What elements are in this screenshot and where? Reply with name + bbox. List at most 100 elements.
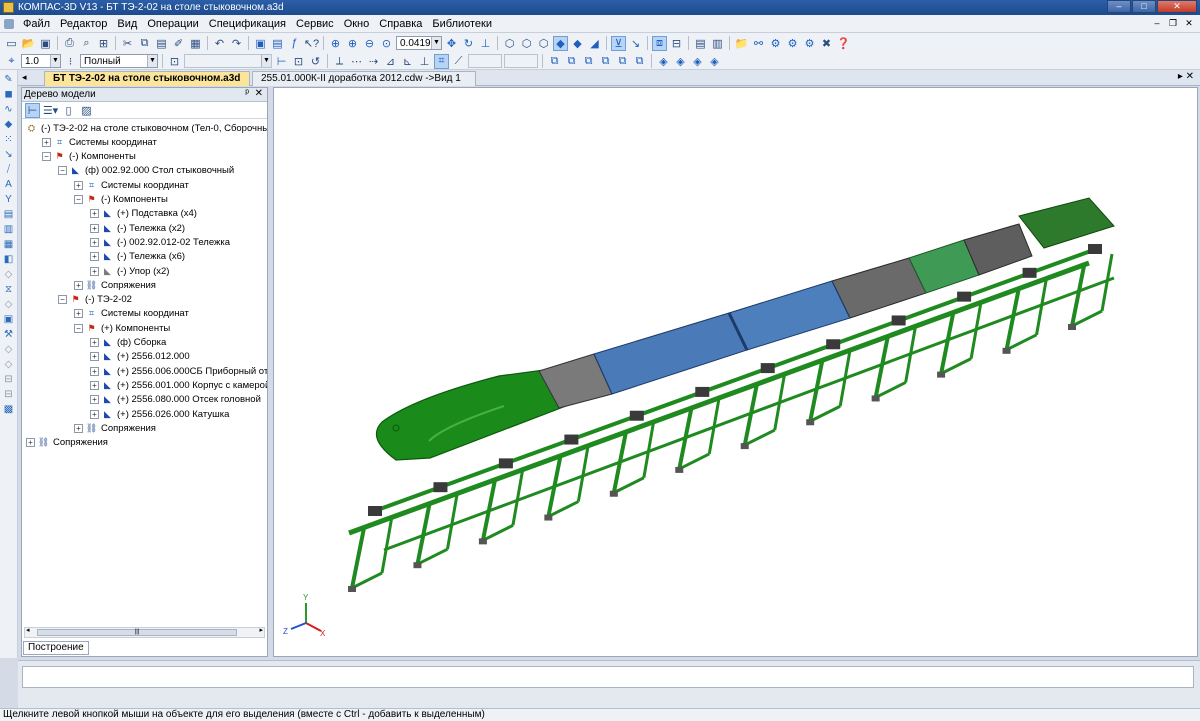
expand-icon[interactable]: + — [90, 352, 99, 362]
carriage[interactable] — [564, 434, 579, 445]
tree-node[interactable]: + ⛓ Сопряжения — [26, 436, 108, 450]
display-mode-select[interactable]: Полный ▼ — [80, 54, 158, 68]
sketch-icon[interactable]: ⊢ — [274, 54, 289, 69]
chevron-down-icon[interactable]: ▼ — [147, 55, 157, 67]
rebuild-icon[interactable]: ↺ — [308, 54, 323, 69]
expand-icon[interactable]: + — [90, 380, 99, 390]
hidden-lines-icon[interactable]: ⬡ — [519, 36, 534, 51]
collapse-icon[interactable]: − — [58, 166, 67, 176]
tree-node[interactable]: + ◣ (+) 2556.001.000 Корпус с камерой — [90, 378, 267, 392]
expand-icon[interactable]: + — [74, 423, 83, 433]
close-icon[interactable]: ✕ — [255, 88, 263, 99]
carriage[interactable] — [1088, 244, 1102, 254]
view-back-icon[interactable]: ⧉ — [564, 54, 579, 69]
step-input[interactable]: 1.0 ▼ — [21, 54, 61, 68]
tail-assembly[interactable] — [1018, 197, 1115, 249]
iso-view-2-icon[interactable]: ◈ — [673, 54, 688, 69]
open-icon[interactable]: 📂 — [21, 36, 36, 51]
carriage[interactable] — [629, 410, 644, 421]
tree-node[interactable]: + ⌗ Системы координат — [74, 307, 189, 321]
tree-node[interactable]: + ◣ (-) 002.92.012-02 Тележка — [90, 235, 230, 249]
tree-node[interactable]: + ⛓ Сопряжения — [74, 421, 156, 435]
measure-icon[interactable]: ⊟ — [669, 36, 684, 51]
carriage[interactable] — [826, 339, 841, 350]
collapse-icon[interactable]: − — [58, 295, 67, 305]
model-view-svg[interactable]: Y X Z — [274, 88, 1198, 657]
zoom-scale-icon[interactable]: ⊙ — [379, 36, 394, 51]
tree-node[interactable]: + ◣ (+) 2556.080.000 Отсек головной — [90, 393, 261, 407]
mates-icon[interactable]: ⧸ — [2, 163, 15, 176]
doc-close-icon[interactable]: ✕ — [1182, 17, 1196, 30]
tree-window-icon[interactable]: ▯ — [61, 103, 76, 118]
orientation-icon[interactable]: ⊥ — [478, 36, 493, 51]
document-menu-icon[interactable] — [4, 18, 14, 29]
tree-node[interactable]: + ◣ (ф) Сборка — [90, 336, 166, 350]
expand-icon[interactable]: + — [90, 223, 99, 233]
wireframe-icon[interactable]: ⬡ — [502, 36, 517, 51]
selection-icon[interactable]: ↘ — [628, 36, 643, 51]
menu-editor[interactable]: Редактор — [55, 18, 112, 30]
cursor-step-icon[interactable]: ⌖ — [4, 54, 19, 69]
iso-view-3-icon[interactable]: ◈ — [690, 54, 705, 69]
new-document-icon[interactable]: ▭ — [4, 36, 19, 51]
edit-component-icon[interactable]: ⊡ — [291, 54, 306, 69]
variables-icon[interactable]: ⊞ — [96, 36, 111, 51]
expand-icon[interactable]: + — [90, 266, 99, 276]
carriage[interactable] — [498, 458, 513, 469]
properties-brush-icon[interactable]: ✐ — [171, 36, 186, 51]
surfaces-icon[interactable]: ◆ — [2, 118, 15, 131]
view-left-icon[interactable]: ⧉ — [615, 54, 630, 69]
local-cs-icon[interactable]: ⌗ — [434, 53, 449, 69]
spec-icon[interactable]: ▤ — [693, 36, 708, 51]
tabs-menu-icon[interactable]: ▸ ✕ — [1178, 71, 1194, 82]
save-icon[interactable]: ▣ — [38, 36, 53, 51]
rotate-icon[interactable]: ↻ — [461, 36, 476, 51]
iso-view-4-icon[interactable]: ◈ — [707, 54, 722, 69]
arrays-icon[interactable]: ⁙ — [2, 133, 15, 146]
tree-relations-icon[interactable]: ▨ — [79, 103, 94, 118]
sheet-metal-icon[interactable]: ◧ — [2, 253, 15, 266]
function-icon[interactable]: ƒ — [287, 36, 302, 51]
checks-icon[interactable]: ▣ — [2, 313, 15, 326]
expand-icon[interactable]: + — [90, 409, 99, 419]
expand-icon[interactable]: + — [90, 252, 99, 262]
expand-icon[interactable]: + — [74, 309, 83, 319]
menu-view[interactable]: Вид — [112, 18, 142, 30]
collapse-icon[interactable]: − — [74, 323, 83, 333]
tabs-scroll-left-icon[interactable]: ◂ — [22, 72, 27, 83]
redo-icon[interactable]: ↷ — [229, 36, 244, 51]
aux-geometry-icon[interactable]: ↘ — [2, 148, 15, 161]
undo-icon[interactable]: ↶ — [212, 36, 227, 51]
menu-file[interactable]: Файл — [18, 18, 55, 30]
tool-b-icon[interactable]: ⚙ — [785, 36, 800, 51]
product-body[interactable] — [375, 197, 1115, 461]
pipe-icon[interactable]: ⧖ — [2, 283, 15, 296]
tree-horizontal-scrollbar[interactable]: ◂ ||| ▸ — [24, 627, 265, 638]
scroll-thumb[interactable]: ||| — [37, 629, 237, 636]
format-icon[interactable]: ▦ — [188, 36, 203, 51]
menu-help[interactable]: Справка — [374, 18, 427, 30]
zoom-in-icon[interactable]: ⊕ — [345, 36, 360, 51]
scroll-left-icon[interactable]: ◂ — [26, 626, 30, 634]
tools-icon[interactable]: ✖ — [819, 36, 834, 51]
filters-icon[interactable]: Y — [2, 193, 15, 206]
tree-node[interactable]: − ⚑ (-) Компоненты — [42, 150, 136, 164]
carriage[interactable] — [433, 482, 448, 493]
expand-icon[interactable]: + — [90, 209, 99, 219]
tab-drawing[interactable]: 255.01.000К-II доработка 2012.cdw ->Вид … — [252, 71, 476, 86]
tree-node[interactable]: − ⚑ (+) Компоненты — [74, 321, 170, 335]
tree-node[interactable]: − ⚑ (-) ТЭ-2-02 — [58, 293, 132, 307]
close-window-button[interactable]: ✕ — [1157, 0, 1197, 13]
reports-icon[interactable]: ▥ — [2, 223, 15, 236]
tree-node[interactable]: + ◣ (+) 2556.026.000 Катушка — [90, 407, 229, 421]
copy-icon[interactable]: ⧉ — [137, 36, 152, 51]
expand-icon[interactable]: + — [42, 137, 51, 147]
spec-panel-icon[interactable]: ▤ — [2, 208, 15, 221]
tree-node[interactable]: + ◣ (-) Тележка (x2) — [90, 221, 185, 235]
expand-icon[interactable]: + — [90, 366, 99, 376]
tab-assembly[interactable]: БТ ТЭ-2-02 на столе стыковочном.a3d — [44, 71, 250, 86]
scroll-right-icon[interactable]: ▸ — [259, 626, 263, 634]
edit-assembly-icon[interactable]: ✎ — [2, 73, 15, 86]
tree-node[interactable]: + ◣ (-) Упор (x2) — [90, 264, 169, 278]
library-icon[interactable]: ▤ — [270, 36, 285, 51]
